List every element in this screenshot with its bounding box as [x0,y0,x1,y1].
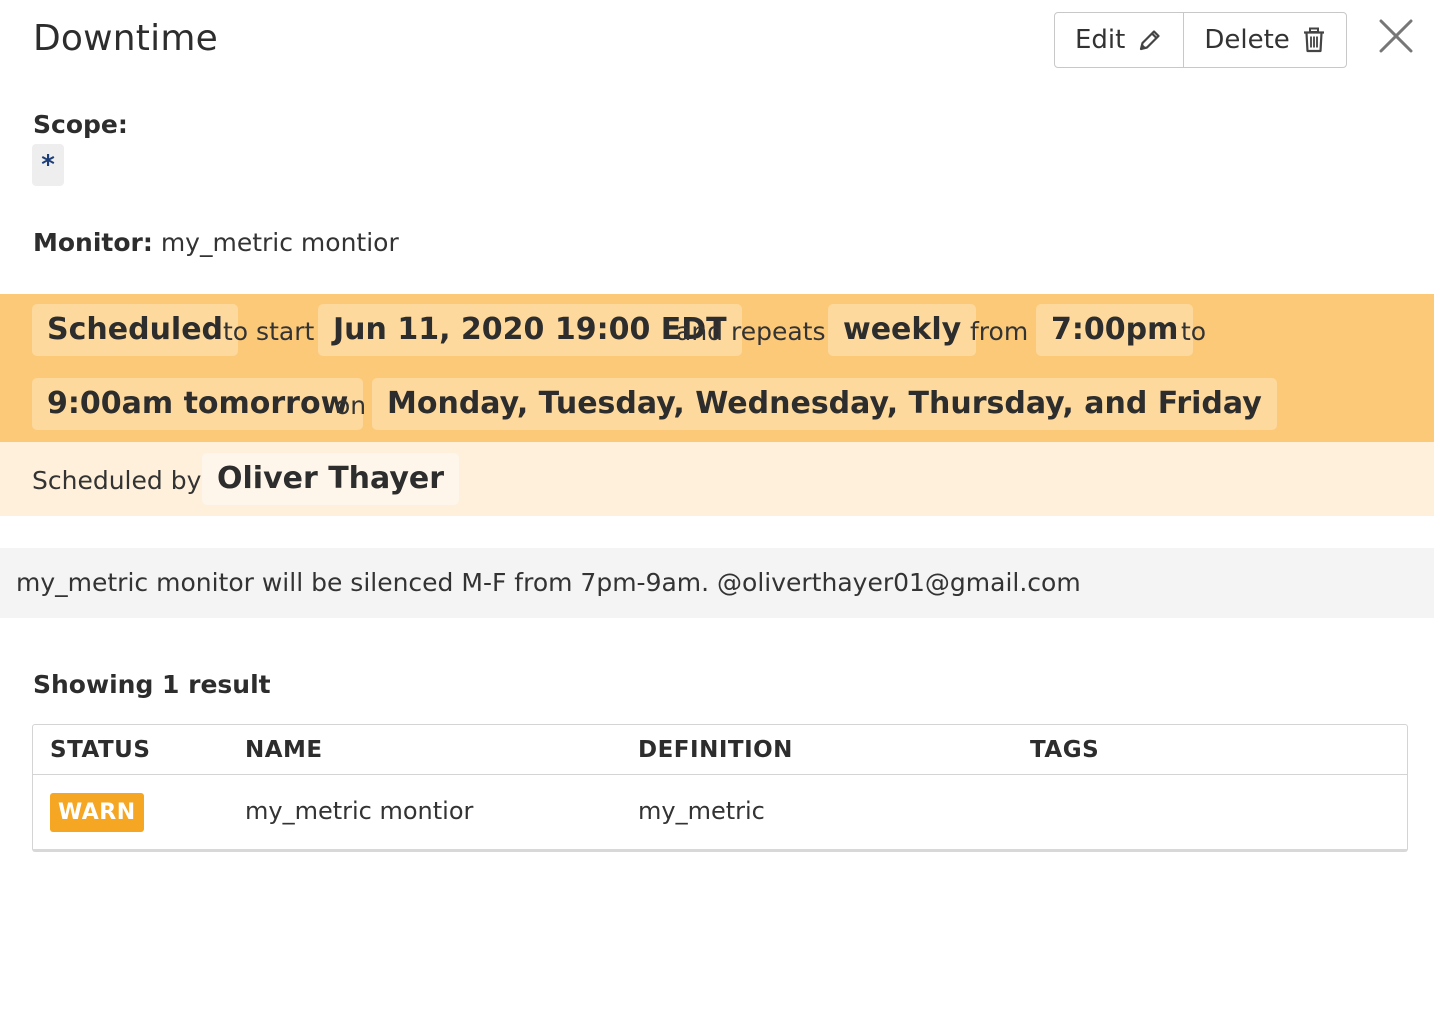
close-icon[interactable] [1378,18,1414,54]
schedule-text-and-repeats: and repeats [676,317,826,346]
column-header-name: NAME [245,737,323,763]
schedule-days-chip: Monday, Tuesday, Wednesday, Thursday, an… [372,378,1277,430]
scope-label: Scope: [33,110,128,139]
schedule-status-chip: Scheduled [32,304,239,356]
scope-value-chip: * [32,144,64,186]
delete-button-label: Delete [1204,25,1290,55]
column-header-tags: TAGS [1030,737,1100,763]
monitor-value: my_metric montior [160,228,399,257]
scheduled-by-row: Scheduled by Oliver Thayer [0,442,1434,516]
delete-button[interactable]: Delete [1183,13,1345,67]
page-title: Downtime [33,18,218,59]
edit-button[interactable]: Edit [1055,13,1183,67]
downtime-message: my_metric monitor will be silenced M-F f… [0,548,1434,618]
monitor-line: Monitor: my_metric montior [33,228,399,257]
row-name[interactable]: my_metric montior [245,775,473,847]
action-button-group: Edit Delete [1054,12,1347,68]
schedule-text-to-start: to start [223,317,315,346]
schedule-text-from: from [970,317,1029,346]
column-header-definition: DEFINITION [638,737,793,763]
trash-icon [1302,27,1326,53]
edit-button-label: Edit [1075,25,1126,55]
schedule-to-time-chip: 9:00am tomorrow [32,378,364,430]
column-header-status: STATUS [50,737,151,763]
row-definition: my_metric [638,797,765,825]
status-badge: WARN [50,793,144,832]
schedule-from-time-chip: 7:00pm [1036,304,1194,356]
schedule-text-to: to [1181,317,1207,346]
scheduled-by-name-chip: Oliver Thayer [202,453,460,505]
results-table: STATUS NAME DEFINITION TAGS WARN my_metr… [32,724,1408,852]
schedule-summary: Scheduled to start Jun 11, 2020 19:00 ED… [0,294,1434,442]
pencil-icon [1137,27,1163,53]
schedule-text-on: on [335,391,367,420]
scheduled-by-label: Scheduled by [32,466,202,495]
schedule-frequency-chip: weekly [828,304,977,356]
results-summary: Showing 1 result [33,670,271,699]
monitor-label: Monitor: [33,228,153,257]
table-header: STATUS NAME DEFINITION TAGS [33,725,1407,775]
